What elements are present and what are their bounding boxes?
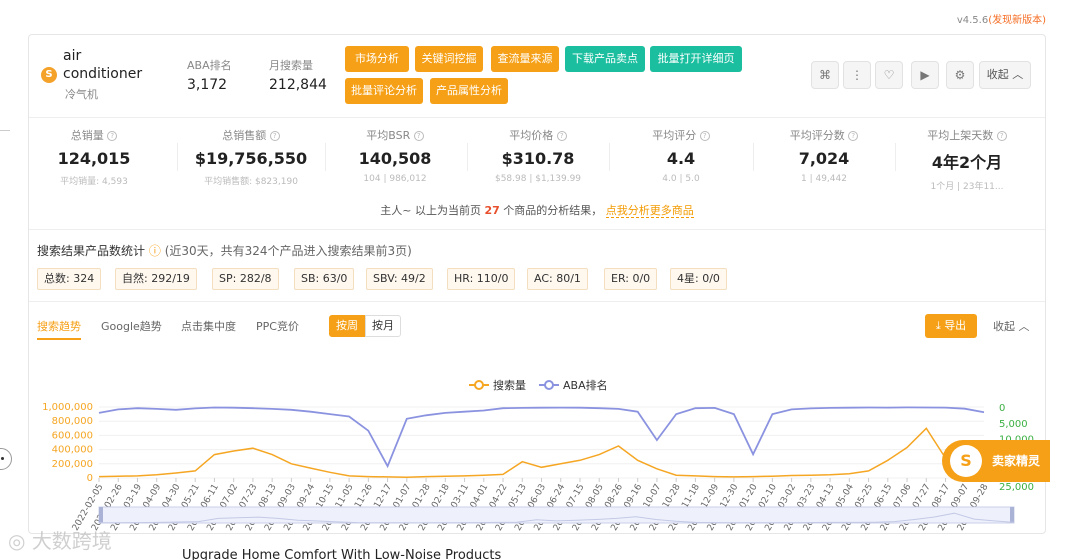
y-tick-left: 1,000,000 — [42, 402, 93, 413]
aba-rank-value: 3,172 — [187, 77, 228, 93]
y-tick-left: 400,000 — [52, 445, 93, 456]
watermark: ◎ 大数跨境 — [8, 529, 112, 553]
help-icon: ? — [848, 131, 859, 141]
aba-rank-line — [98, 406, 985, 469]
y-tick-left: 800,000 — [52, 416, 93, 427]
y-tick-left: 600,000 — [52, 430, 93, 441]
y-tick-left: 200,000 — [52, 459, 93, 470]
stat-total-revenue: 总销售额 ? $19,756,550 平均销售额: $823,190 — [194, 129, 308, 187]
legend-aba-label: ABA排名 — [563, 378, 608, 392]
search-trend-chart: 搜索量 ABA排名 1,000,000 800,000 600,000 400,000 20… — [42, 378, 1034, 533]
y-tick-right: 0 — [999, 403, 1005, 414]
seller-sprite-float-button[interactable]: S 卖家精灵 — [942, 440, 1050, 482]
analyze-more-link[interactable]: 点我分析更多商品 — [605, 204, 694, 218]
analysis-panel: S air conditioner 冷气机 ABA排名 3,172 月搜索量 2… — [28, 34, 1046, 534]
divider — [29, 117, 1045, 118]
analysis-summary: 主人~ 以上为当前页 27 个商品的分析结果， 点我分析更多商品 — [380, 204, 694, 218]
by-week-button[interactable]: 按周 — [329, 315, 365, 337]
keyword-title: air conditioner — [63, 48, 143, 82]
help-icon: ? — [107, 131, 118, 141]
y-tick-right: 5,000 — [999, 419, 1028, 430]
collapse-top-button[interactable]: 收起 ︿ — [979, 61, 1031, 89]
help-icon: ? — [269, 131, 280, 141]
help-icon: ? — [413, 131, 424, 141]
batch-review-analysis-button[interactable]: 批量评论分析 — [345, 78, 423, 104]
tab-click-concentration[interactable]: 点击集中度 — [181, 318, 236, 334]
stat-separator — [895, 143, 896, 171]
range-handle-right — [1010, 507, 1014, 523]
tag-sb: SB: 63/0 — [294, 268, 355, 290]
stat-total-sales: 总销量 ? 124,015 平均销量: 4,593 — [57, 129, 131, 187]
traffic-source-button[interactable]: 查流量来源 — [491, 46, 559, 72]
tag-organic: 自然: 292/19 — [115, 268, 197, 290]
stat-separator — [177, 143, 178, 171]
stat-separator — [467, 143, 468, 171]
aba-rank-label: ABA排名 — [187, 59, 232, 72]
stat-avg-bsr: 平均BSR ? 140,508 104 | 986,012 — [358, 129, 432, 184]
stat-avg-listing-age: 平均上架天数 ? 4年2个月 1个月 | 23年11... — [902, 127, 1032, 192]
download-selling-points-button[interactable]: 下载产品卖点 — [565, 46, 645, 72]
tab-google-trend[interactable]: Google趋势 — [101, 318, 162, 334]
market-analysis-button[interactable]: 市场分析 — [345, 46, 409, 72]
keyword-translation: 冷气机 — [65, 88, 98, 101]
settings-icon[interactable]: ⚙ — [946, 61, 974, 89]
stat-separator — [325, 143, 326, 171]
collapse-chart-button[interactable]: 收起 ︿ — [993, 318, 1030, 334]
tag-er: ER: 0/0 — [604, 268, 658, 290]
product-heading: Upgrade Home Comfort With Low-Noise Prod… — [182, 548, 502, 560]
tag-ac: AC: 80/1 — [527, 268, 588, 290]
stat-avg-price: 平均价格 ? $310.78 $58.98 | $1,139.99 — [494, 129, 582, 184]
legend-search-label: 搜索量 — [493, 378, 526, 392]
video-icon[interactable]: ▶ — [911, 61, 939, 89]
grid-icon[interactable]: ⌘ — [811, 61, 839, 89]
stat-separator — [609, 143, 610, 171]
tab-ppc-bid[interactable]: PPC竞价 — [256, 318, 299, 334]
legend-aba-marker — [544, 380, 554, 390]
divider — [29, 229, 1045, 230]
stat-separator — [753, 143, 754, 171]
tag-4star: 4星: 0/0 — [670, 268, 727, 290]
stat-avg-review-count: 平均评分数 ? 7,024 1 | 49,442 — [759, 127, 889, 184]
product-attribute-analysis-button[interactable]: 产品属性分析 — [430, 78, 508, 104]
by-month-button[interactable]: 按月 — [365, 315, 401, 337]
range-handle-left — [99, 507, 103, 523]
keyword-mining-button[interactable]: 关键词挖掘 — [415, 46, 483, 72]
update-link[interactable]: (发现新版本) — [988, 15, 1046, 26]
version-label[interactable]: v4.5.6(发现新版本) — [957, 11, 1046, 26]
divider — [29, 301, 1045, 302]
monthly-search-label: 月搜索量 — [269, 59, 313, 72]
left-divider — [0, 130, 10, 131]
help-icon: ⓘ — [148, 244, 161, 258]
batch-open-details-button[interactable]: 批量打开详细页 — [650, 46, 742, 72]
brand-logo-icon: S — [41, 67, 57, 83]
help-icon: ? — [699, 131, 710, 141]
y-tick-right: 25,000 — [999, 482, 1034, 493]
tag-hr: HR: 110/0 — [447, 268, 516, 290]
seller-sprite-logo-icon: S — [950, 445, 982, 477]
help-icon: ? — [996, 131, 1007, 141]
heart-icon[interactable]: ♡ — [875, 61, 903, 89]
monthly-search-value: 212,844 — [269, 77, 327, 93]
y-tick-left: 0 — [87, 473, 93, 484]
stat-avg-rating: 平均评分 ? 4.4 4.0 | 5.0 — [616, 127, 746, 184]
more-icon[interactable]: ⋮ — [843, 61, 871, 89]
tag-sbv: SBV: 49/2 — [366, 268, 433, 290]
search-results-title: 搜索结果产品数统计 ⓘ (近30天，共有324个产品进入搜索结果前3页) — [37, 244, 412, 258]
legend-search-marker — [474, 380, 484, 390]
tag-total: 总数: 324 — [37, 268, 102, 290]
tag-sp: SP: 282/8 — [212, 268, 279, 290]
help-icon: ? — [556, 131, 567, 141]
sidebar-toggle-button[interactable] — [0, 448, 12, 470]
download-icon: ⤓ — [935, 319, 941, 332]
